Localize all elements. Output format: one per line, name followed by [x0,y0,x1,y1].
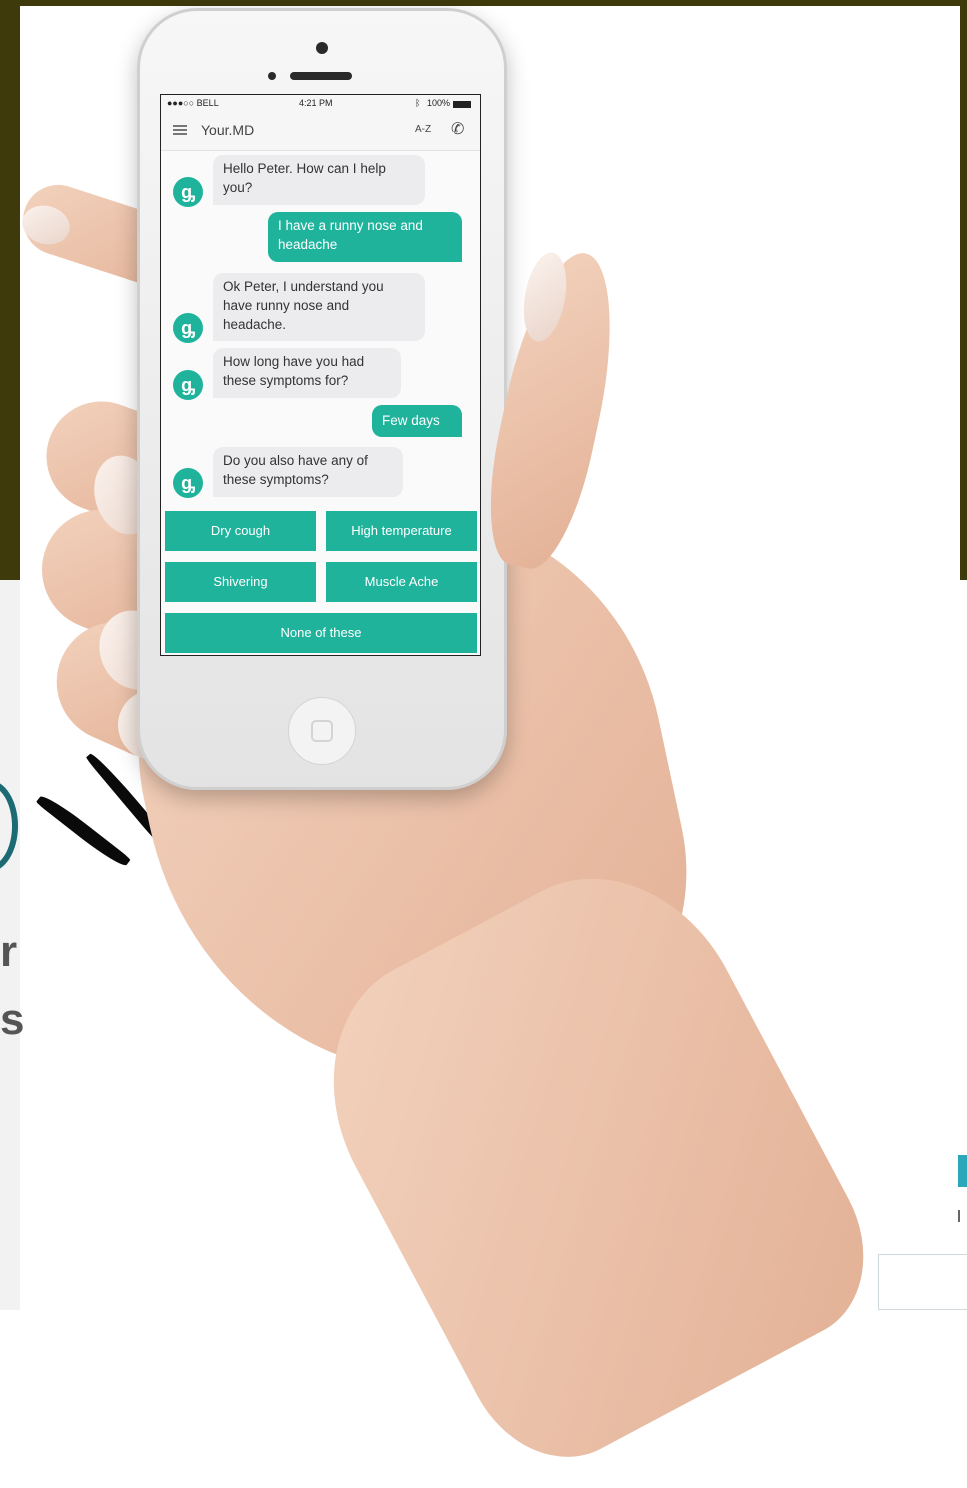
option-muscle-ache[interactable]: Muscle Ache [326,562,477,602]
brush-stroke [35,791,131,871]
stethoscope-icon: ᶃ [173,468,203,498]
sensor-dot [268,72,276,80]
option-high-temperature[interactable]: High temperature [326,511,477,551]
side-text-fragment: r [0,927,18,976]
stethoscope-icon: ᶃ [173,313,203,343]
user-message: I have a runny nose and headache [268,212,462,262]
home-square-icon [311,720,333,742]
tick-decoration [958,1210,960,1222]
user-message: Few days [372,405,462,437]
battery-percent: 100% [427,98,451,108]
battery-status: 100% [427,98,472,108]
status-time: 4:21 PM [299,98,333,108]
home-button[interactable] [288,697,356,765]
bot-message: Do you also have any of these symptoms? [213,447,403,497]
option-dry-cough[interactable]: Dry cough [165,511,316,551]
stethoscope-icon: ᶃ [173,177,203,207]
battery-icon [453,101,472,108]
az-button[interactable]: A-Z [415,124,431,135]
option-shivering[interactable]: Shivering [165,562,316,602]
stethoscope-icon: ᶃ [173,370,203,400]
bot-message: Hello Peter. How can I help you? [213,155,425,205]
phone-screen: ●●●○○ BELL 4:21 PM ᛒ 100% Your.MD A-Z ✆ … [160,94,481,656]
camera-icon [316,42,328,54]
earpiece-speaker [290,72,352,80]
hamburger-icon[interactable] [173,125,187,135]
bluetooth-icon: ᛒ [415,98,421,108]
phone-icon[interactable]: ✆ [451,119,464,139]
option-none-of-these[interactable]: None of these [165,613,477,653]
carrier-signal: ●●●○○ BELL [167,98,219,108]
bot-message: How long have you had these symptoms for… [213,348,401,398]
app-bar: Your.MD A-Z ✆ [161,111,480,151]
side-text-fragment: s [0,995,25,1044]
teal-bar-decoration [958,1155,967,1187]
bot-message: Ok Peter, I understand you have runny no… [213,273,425,341]
outline-box [878,1254,967,1310]
app-title: Your.MD [201,122,255,138]
status-bar: ●●●○○ BELL 4:21 PM ᛒ 100% [161,95,480,111]
